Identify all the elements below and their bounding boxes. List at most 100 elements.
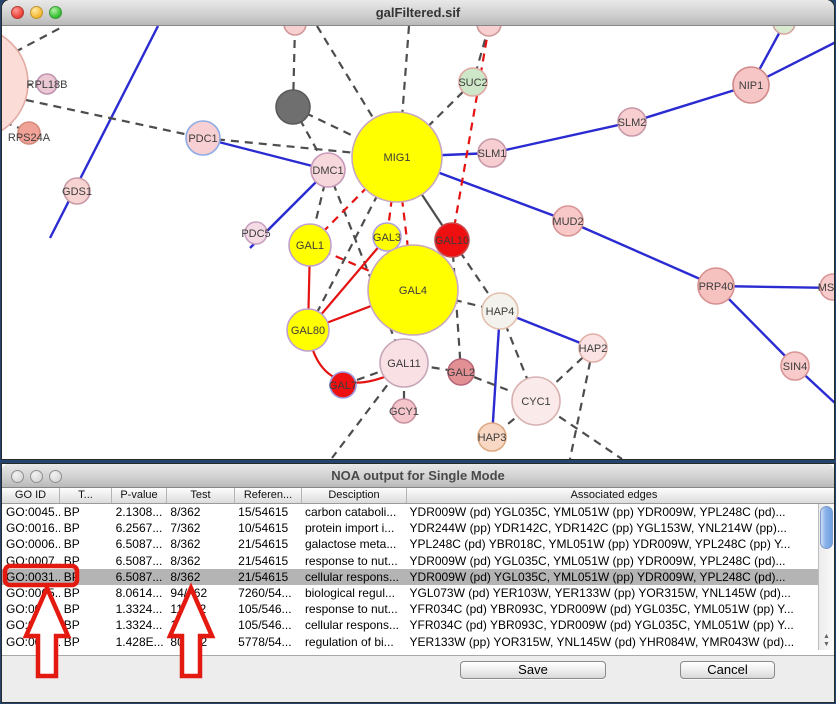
node-top-b[interactable] <box>477 26 501 36</box>
cell: 8/362 <box>166 536 234 552</box>
zoom-button[interactable] <box>49 6 62 19</box>
cell: biological regul... <box>301 585 406 601</box>
noa-window: NOA output for Single Mode GO IDT...P-va… <box>2 464 834 702</box>
table-row[interactable]: GO:0016...BP6.2567...7/36210/54615protei… <box>2 520 818 536</box>
column-header-goid[interactable]: GO ID <box>2 488 60 503</box>
node-big-left[interactable] <box>2 27 28 139</box>
cell: galactose meta... <box>301 536 406 552</box>
cell: GO:0016... <box>2 520 60 536</box>
vertical-scrollbar[interactable]: ▲▼ <box>818 504 834 650</box>
cell: YDR009W (pd) YGL035C, YML051W (pp) YDR00… <box>406 504 818 520</box>
column-header-referen[interactable]: Referen... <box>235 488 302 503</box>
scrollbar-thumb[interactable] <box>820 506 833 549</box>
network-window-titlebar[interactable]: galFiltered.sif <box>2 0 834 26</box>
cell: GO:0050... <box>2 634 60 650</box>
node-label-RPS24A: RPS24A <box>8 132 51 144</box>
cell: BP <box>60 536 112 552</box>
node-label-MSN: MSN5 <box>818 282 834 294</box>
cell: GO:0045... <box>2 504 60 520</box>
cell: cellular respons... <box>301 569 406 585</box>
network-edge <box>570 348 593 459</box>
network-edge <box>568 221 716 286</box>
node-label-GAL11: GAL11 <box>387 358 420 370</box>
node-label-GAL7: GAL7 <box>329 380 357 392</box>
cell: YER133W (pp) YOR315W, YNL145W (pd) YHR08… <box>406 634 818 650</box>
table-row[interactable]: GO:0065...BP8.0614...94/3627260/54...bio… <box>2 585 818 601</box>
cell: GO:0007... <box>2 553 60 569</box>
cell: 105/546... <box>234 617 301 633</box>
cell: response to nut... <box>301 601 406 617</box>
node-label-HAP2: HAP2 <box>579 343 608 355</box>
node-label-RPL18B: RPL18B <box>27 79 68 91</box>
network-graph: RPL18BRPS24AGDS1PDC1MIG1SUC2SLM1DMC1SLM2… <box>2 26 834 459</box>
cell: GO:0031... <box>2 601 60 617</box>
table-row[interactable]: GO:0045...BP2.1308...8/36215/54615carbon… <box>2 504 818 520</box>
cell: GO:0031... <box>2 617 60 633</box>
node-top-c[interactable] <box>773 26 795 34</box>
cell: 1.428E... <box>112 634 167 650</box>
cell: 2.1308... <box>112 504 167 520</box>
node-gray[interactable] <box>276 90 310 124</box>
close-button[interactable] <box>11 470 24 483</box>
node-label-GAL1: GAL1 <box>296 240 324 252</box>
cell: BP <box>60 601 112 617</box>
cancel-button[interactable]: Cancel <box>680 661 775 679</box>
network-window: galFiltered.sif RPL18BRPS24AGDS1PDC1MIG1… <box>2 0 834 459</box>
node-label-SUC2: SUC2 <box>458 77 487 89</box>
cell: 10/54615 <box>234 520 301 536</box>
cell: 6.2567... <box>112 520 167 536</box>
table-row[interactable]: GO:0050...BP1.428E...80/3625778/54...reg… <box>2 634 818 650</box>
column-header-test[interactable]: Test <box>167 488 235 503</box>
table-row[interactable]: GO:0007...BP6.5087...8/36221/54615respon… <box>2 553 818 569</box>
cell: 5778/54... <box>234 634 301 650</box>
noa-window-titlebar[interactable]: NOA output for Single Mode <box>2 464 834 488</box>
minimize-button[interactable] <box>30 470 43 483</box>
cell: YDR009W (pd) YGL035C, YML051W (pp) YDR00… <box>406 569 818 585</box>
table-row[interactable]: GO:0031...BP1.3324...11/362105/546...res… <box>2 601 818 617</box>
node-label-CYC1: CYC1 <box>521 396 550 408</box>
cell: BP <box>60 617 112 633</box>
column-header-pvalue[interactable]: P-value <box>112 488 167 503</box>
cell: BP <box>60 634 112 650</box>
column-header-associatededges[interactable]: Associated edges <box>407 488 821 503</box>
cell: response to nut... <box>301 553 406 569</box>
cell: GO:0031... <box>2 569 60 585</box>
table-header[interactable]: GO IDT...P-valueTestReferen...Desciption… <box>2 488 834 504</box>
table-row[interactable]: GO:0006...BP6.5087...8/36221/54615galact… <box>2 536 818 552</box>
node-label-MIG1: MIG1 <box>384 152 411 164</box>
cell: 6.5087... <box>112 569 167 585</box>
zoom-button[interactable] <box>49 470 62 483</box>
scrollbar-arrows[interactable]: ▲▼ <box>819 633 834 649</box>
window-controls <box>11 6 62 19</box>
save-button[interactable]: Save <box>460 661 606 679</box>
cell: 11/362 <box>166 601 234 617</box>
node-label-GAL3: GAL3 <box>373 232 401 244</box>
table-row[interactable]: GO:0031...BP6.5087...8/36221/54615cellul… <box>2 569 818 585</box>
cell: YFR034C (pd) YBR093C, YDR009W (pd) YGL03… <box>406 617 818 633</box>
node-label-GAL10: GAL10 <box>435 235 469 247</box>
cell: BP <box>60 569 112 585</box>
table-row[interactable]: GO:0031...BP1.3324...11/362105/546...cel… <box>2 617 818 633</box>
network-canvas[interactable]: RPL18BRPS24AGDS1PDC1MIG1SUC2SLM1DMC1SLM2… <box>2 26 834 459</box>
cell: YDR244W (pp) YDR142C, YDR142C (pp) YGL15… <box>406 520 818 536</box>
cell: 94/362 <box>166 585 234 601</box>
network-edge <box>452 26 489 240</box>
minimize-button[interactable] <box>30 6 43 19</box>
node-label-SIN4: SIN4 <box>783 361 807 373</box>
node-top-a[interactable] <box>284 26 306 35</box>
close-button[interactable] <box>11 6 24 19</box>
cell: 21/54615 <box>234 569 301 585</box>
network-edge <box>492 122 632 153</box>
node-label-GCY1: GCY1 <box>389 406 419 418</box>
column-header-t[interactable]: T... <box>60 488 112 503</box>
cell: 8/362 <box>166 504 234 520</box>
cell: 7260/54... <box>234 585 301 601</box>
column-header-desciption[interactable]: Desciption <box>302 488 407 503</box>
node-label-PDC5: PDC5 <box>241 228 270 240</box>
cell: 6.5087... <box>112 553 167 569</box>
cell: 8.0614... <box>112 585 167 601</box>
cell: 105/546... <box>234 601 301 617</box>
cell: protein import i... <box>301 520 406 536</box>
cell: YPL248C (pd) YBR018C, YML051W (pp) YDR00… <box>406 536 818 552</box>
noa-window-title: NOA output for Single Mode <box>331 468 505 483</box>
